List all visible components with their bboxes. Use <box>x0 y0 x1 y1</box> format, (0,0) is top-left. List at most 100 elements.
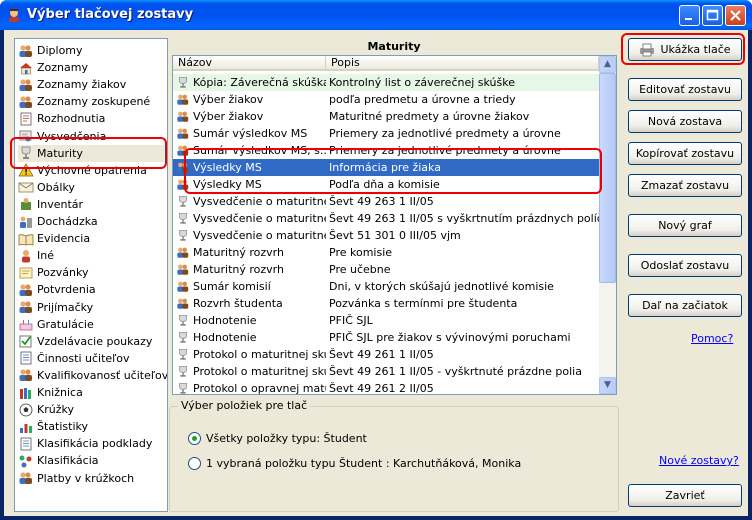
category-list[interactable]: Diplomy Zoznamy Zoznamy žiakov Zoznamy zosk… <box>14 38 168 512</box>
category-item[interactable]: Dochádzka <box>18 213 164 230</box>
maximize-button[interactable] <box>702 5 723 26</box>
category-item-label: Pozvánky <box>37 266 89 280</box>
report-row[interactable]: Rozvrh študenta Pozvánka s termínmi pre š… <box>173 295 599 312</box>
move-to-start-button[interactable]: Daľ na začiatok <box>628 294 742 317</box>
copy-report-button[interactable]: Kopírovať zostavu <box>628 142 742 165</box>
report-row[interactable]: Kópia: Záverečná skúška Kontrolný list o … <box>173 74 599 91</box>
report-name-cell: Protokol o maturitnej skú... <box>173 348 326 361</box>
print-preview-button[interactable]: Ukážka tlače <box>628 38 742 61</box>
report-name-cell: Výsledky MS <box>173 161 326 174</box>
people-icon <box>177 128 189 139</box>
report-name: Výsledky MS <box>193 178 262 191</box>
category-item[interactable]: Klasifikácia podklady <box>18 435 164 452</box>
report-description: Priemery za jednotlivé predmety a úrovne <box>329 127 561 140</box>
report-row[interactable]: Sumár výsledkov MS, s... Priemery za jedn… <box>173 142 599 159</box>
new-reports-link[interactable]: Nové zostavy? <box>659 454 739 467</box>
report-grid[interactable]: Názov Popis ▲ ▼ Kópia: Záverečná skúška K… <box>172 55 617 395</box>
report-name: Výber žiakov <box>193 93 264 106</box>
report-name: Sumár výsledkov MS <box>193 127 308 140</box>
category-item[interactable]: Krúžky <box>18 401 164 418</box>
report-row[interactable]: Protokol o maturitnej skú...Ševt 49 261 … <box>173 363 599 380</box>
report-description: Ševt 49 261 1 II/05 <box>329 348 434 361</box>
report-name: Rozvrh študenta <box>193 297 283 310</box>
invitation-icon <box>19 267 33 279</box>
report-name-cell: Rozvrh študenta <box>173 297 326 310</box>
printer-icon <box>640 43 655 56</box>
new-chart-button[interactable]: Nový graf <box>628 214 742 237</box>
radio-dot-unchecked[interactable] <box>188 457 201 470</box>
close-button[interactable]: Zavrieť <box>628 484 742 507</box>
report-name: Sumár komisií <box>193 280 271 293</box>
report-row[interactable]: Protokol o opravnej matu...Ševt 49 261 2… <box>173 380 599 395</box>
category-item[interactable]: Zoznamy <box>18 59 164 76</box>
help-link[interactable]: Pomoc? <box>691 332 733 345</box>
report-description: Ševt 49 261 2 II/05 <box>329 382 434 395</box>
category-item[interactable]: Maturity <box>18 144 164 162</box>
report-row[interactable]: Vysvedčenie o maturitnej...Ševt 49 263 1… <box>173 210 599 227</box>
report-row[interactable]: Výsledky MS Informácia pre žiaka <box>173 159 599 176</box>
category-item[interactable]: Pozvánky <box>18 264 164 281</box>
category-item[interactable]: Zoznamy zoskupené <box>18 93 164 110</box>
category-item[interactable]: Rozhodnutia <box>18 110 164 127</box>
delete-report-button[interactable]: Zmazať zostavu <box>628 174 742 197</box>
report-name: Maturitný rozvrh <box>193 263 284 276</box>
people-icon <box>19 301 32 313</box>
category-item-label: Výchovné opatrenia <box>37 163 147 177</box>
scroll-down-button[interactable]: ▼ <box>599 377 616 394</box>
report-row[interactable]: Protokol o maturitnej skú...Ševt 49 261 … <box>173 346 599 363</box>
column-header-name[interactable]: Názov <box>173 56 326 71</box>
report-row[interactable]: Maturitný rozvrh Pre komisie <box>173 244 599 261</box>
scroll-up-button[interactable]: ▲ <box>599 56 616 73</box>
category-item[interactable]: Inventár <box>18 196 164 213</box>
category-item[interactable]: Vysvedčenia <box>18 128 164 145</box>
title-bar[interactable]: Výber tlačovej zostavy <box>0 0 752 30</box>
category-item[interactable]: Činnosti učiteľov <box>18 350 164 367</box>
close-window-button[interactable] <box>725 5 746 26</box>
scroll-thumb[interactable] <box>599 73 616 283</box>
category-item[interactable]: Gratulácie <box>18 316 164 333</box>
report-row[interactable]: Sumár komisií Dni, v ktorých skúšajú jedn… <box>173 278 599 295</box>
maximize-icon <box>706 9 719 21</box>
category-item[interactable]: Evidencia <box>18 230 164 247</box>
new-report-button[interactable]: Nová zostava <box>628 110 742 133</box>
category-item-label: Iné <box>37 249 54 263</box>
report-row[interactable]: Vysvedčenie o maturitnej...Ševt 51 301 0… <box>173 227 599 244</box>
category-item[interactable]: Obálky <box>18 179 164 196</box>
category-item-label: Knižnica <box>37 386 83 399</box>
minimize-button[interactable] <box>679 5 700 26</box>
report-row[interactable]: Vysvedčenie o maturitnej...Ševt 49 263 1… <box>173 193 599 210</box>
report-row[interactable]: Maturitný rozvrh Pre učebne <box>173 261 599 278</box>
report-row[interactable]: Výsledky MS Podľa dňa a komisie <box>173 176 599 193</box>
radio-dot-checked[interactable] <box>188 432 201 445</box>
vertical-scrollbar[interactable]: ▲ ▼ <box>599 56 616 394</box>
report-row[interactable]: Hodnotenie PFIČ SJL <box>173 312 599 329</box>
category-item[interactable]: Kvalifikovanosť učiteľov <box>18 367 167 384</box>
report-description: Pre učebne <box>329 263 391 276</box>
category-item[interactable]: Knižnica <box>18 384 164 401</box>
person-icon <box>22 249 30 263</box>
category-item[interactable]: Výchovné opatrenia <box>18 162 164 179</box>
print-report-window: Výber tlačovej zostavy Diplomy Zoznamy Zoz… <box>0 0 752 520</box>
category-item[interactable]: Zoznamy žiakov <box>18 76 164 93</box>
edit-report-button[interactable]: Editovať zostavu <box>628 78 742 101</box>
category-item-label: Inventár <box>37 197 84 211</box>
category-item[interactable]: Diplomy <box>18 42 164 59</box>
category-item[interactable]: Iné <box>18 247 164 264</box>
radio-one-item[interactable]: 1 vybraná položku typu Študent : Karchut… <box>188 457 521 470</box>
report-row[interactable]: Sumár výsledkov MS Priemery za jednotlivé… <box>173 125 599 142</box>
category-item[interactable]: Štatistiky <box>18 418 164 435</box>
report-row[interactable]: Hodnotenie PFIČ SJL pre žiakov s vývinový… <box>173 329 599 346</box>
category-item[interactable]: Platby v krúžkoch <box>18 470 164 487</box>
report-description: Maturitné predmety a úrovne žiakov <box>329 110 530 123</box>
report-row[interactable]: Výber žiakov podľa predmetu a úrovne a tr… <box>173 91 599 108</box>
radio-all-items[interactable]: Všetky položky typu: Študent <box>188 432 367 445</box>
report-row[interactable]: Výber žiakov Maturitné predmety a úrovne … <box>173 108 599 125</box>
category-item-label: Platby v krúžkoch <box>37 471 135 485</box>
category-item[interactable]: Klasifikácia <box>18 452 164 469</box>
category-item[interactable]: Vzdelávacie poukazy <box>18 333 164 350</box>
trophy-icon <box>21 146 31 160</box>
send-report-button[interactable]: Odoslať zostavu <box>628 254 742 277</box>
column-header-description[interactable]: Popis <box>326 56 599 71</box>
category-item[interactable]: Prijímačky <box>18 299 164 316</box>
category-item[interactable]: Potvrdenia <box>18 281 164 298</box>
